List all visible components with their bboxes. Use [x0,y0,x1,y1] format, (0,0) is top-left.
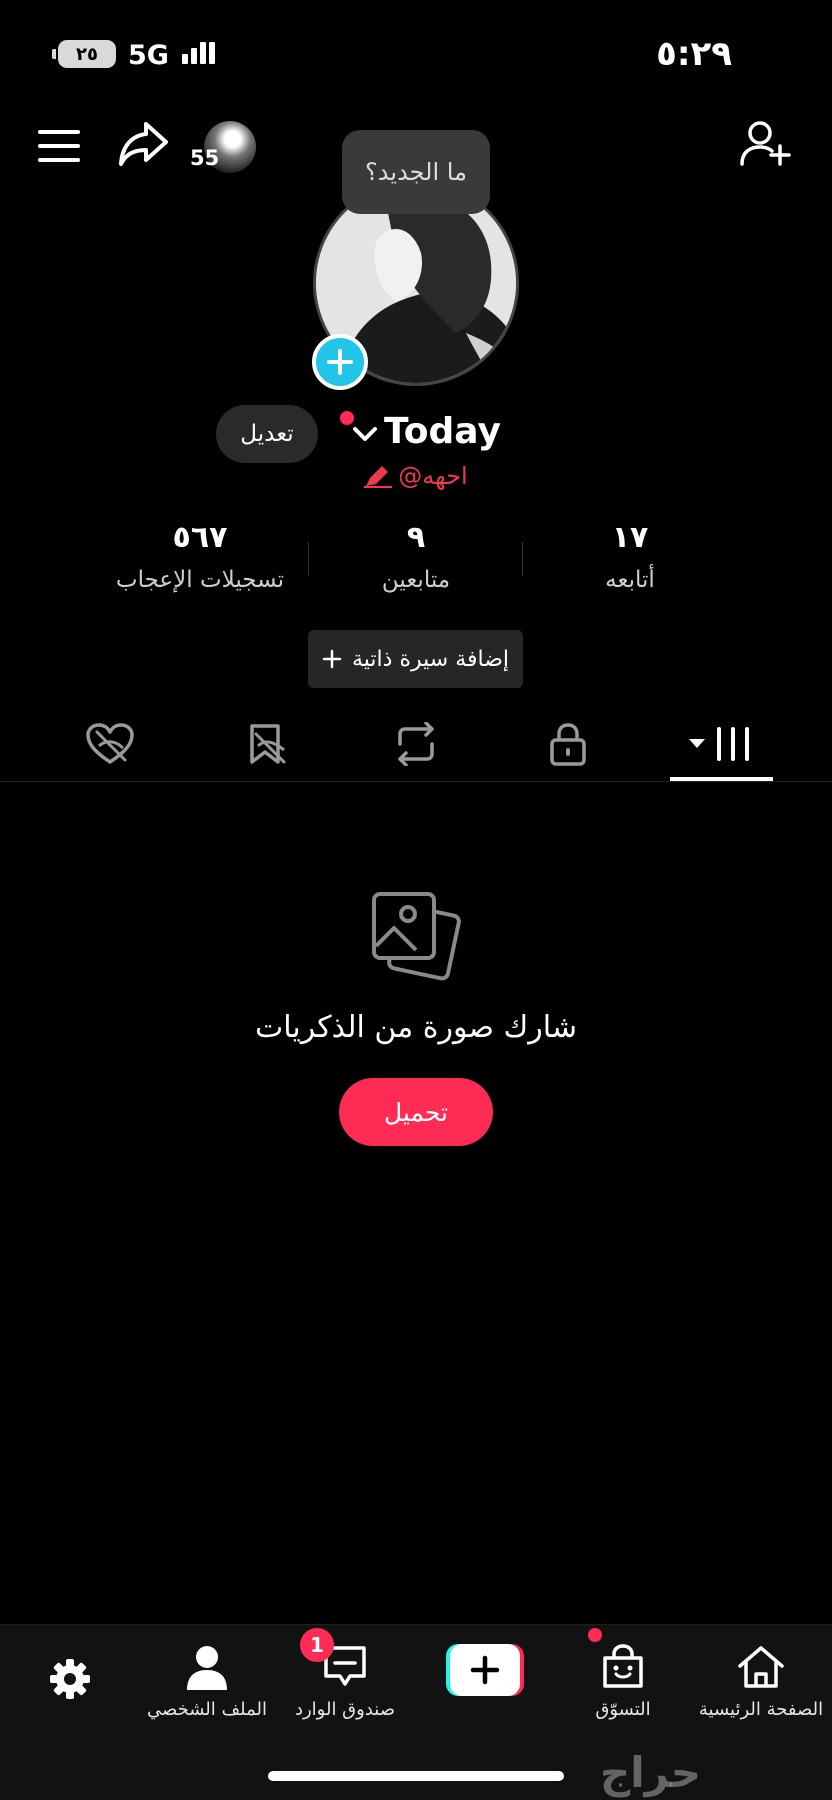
tab-liked[interactable] [60,714,160,774]
watermark: حراج [600,1748,702,1797]
tab-reposts[interactable] [366,714,466,774]
nav-profile[interactable]: الملف الشخصي [132,1639,282,1720]
nav-inbox[interactable]: صندوق الوارد [270,1639,420,1720]
hidden-bookmark-icon [250,724,286,764]
status-bar: ٢٥ 5G ٥:٢٩ [0,0,832,110]
followers-count: ٩ [406,520,426,555]
grid-icon [689,727,749,761]
add-friend-icon[interactable] [740,120,792,168]
nav-shop-label: التسوّق [595,1699,651,1720]
home-indicator[interactable] [268,1771,564,1781]
username: @احهه [398,462,468,490]
upload-button[interactable]: تحميل [339,1078,493,1146]
add-bio-label: إضافة سيرة ذاتية [352,646,509,672]
content-tabs [0,710,832,782]
followers-label: متابعين [381,567,451,593]
nav-profile-label: الملف الشخصي [147,1699,267,1720]
home-icon [738,1646,784,1688]
story-count: 55 [190,146,220,170]
plus-icon [322,649,342,669]
gear-icon[interactable] [48,1657,92,1701]
plus-icon [470,1655,500,1685]
chevron-down-icon[interactable] [352,425,378,443]
likes-count: ٥٦٧ [172,520,228,555]
signal-icon [182,42,215,64]
tab-private[interactable] [518,714,618,774]
whats-new-tooltip[interactable]: ما الجديد؟ [342,130,490,214]
add-bio-button[interactable]: إضافة سيرة ذاتية [308,630,523,688]
tab-videos[interactable] [672,714,772,774]
add-story-button[interactable] [312,334,368,390]
shopping-bag-icon [603,1644,643,1688]
lock-icon [550,723,586,766]
menu-icon[interactable] [38,128,82,164]
likes-stat[interactable]: ٥٦٧ تسجيلات الإعجاب [100,520,300,593]
following-count: ١٧ [611,520,649,555]
nav-inbox-label: صندوق الوارد [294,1699,396,1720]
nav-shop[interactable]: التسوّق [548,1639,698,1720]
battery-indicator: ٢٥ [52,40,116,68]
likes-label: تسجيلات الإعجاب [115,567,285,593]
inbox-badge: 1 [300,1628,334,1662]
empty-state-text: شارك صورة من الذكريات [255,1010,577,1045]
name-row: تعديل Today [0,405,832,465]
create-button[interactable] [446,1644,524,1696]
followers-stat[interactable]: ٩ متابعين [346,520,486,593]
display-name[interactable]: Today [384,411,501,452]
following-label: أتابعه [605,567,655,593]
profile-icon [187,1646,227,1690]
network-type: 5G [128,40,169,71]
stats-divider [522,542,523,576]
repost-icon [398,722,434,766]
profile-stats: ٥٦٧ تسجيلات الإعجاب ٩ متابعين ١٧ أتابعه [0,520,832,600]
following-stat[interactable]: ١٧ أتابعه [560,520,700,593]
nav-home-label: الصفحة الرئيسية [698,1699,824,1720]
active-tab-indicator [670,777,773,781]
tab-favorites[interactable] [216,714,316,774]
username-row[interactable]: @احهه [0,462,832,490]
share-icon[interactable] [118,120,170,168]
notification-dot [340,411,354,425]
hidden-heart-icon [86,723,134,764]
status-time: ٥:٢٩ [656,34,732,74]
pencil-icon [364,466,393,488]
photos-icon [372,892,461,981]
nav-home[interactable]: الصفحة الرئيسية [686,1639,832,1720]
stats-divider [308,542,309,576]
shop-notification-dot [588,1628,602,1642]
edit-profile-button[interactable]: تعديل [216,405,318,463]
plus-icon [327,349,353,375]
